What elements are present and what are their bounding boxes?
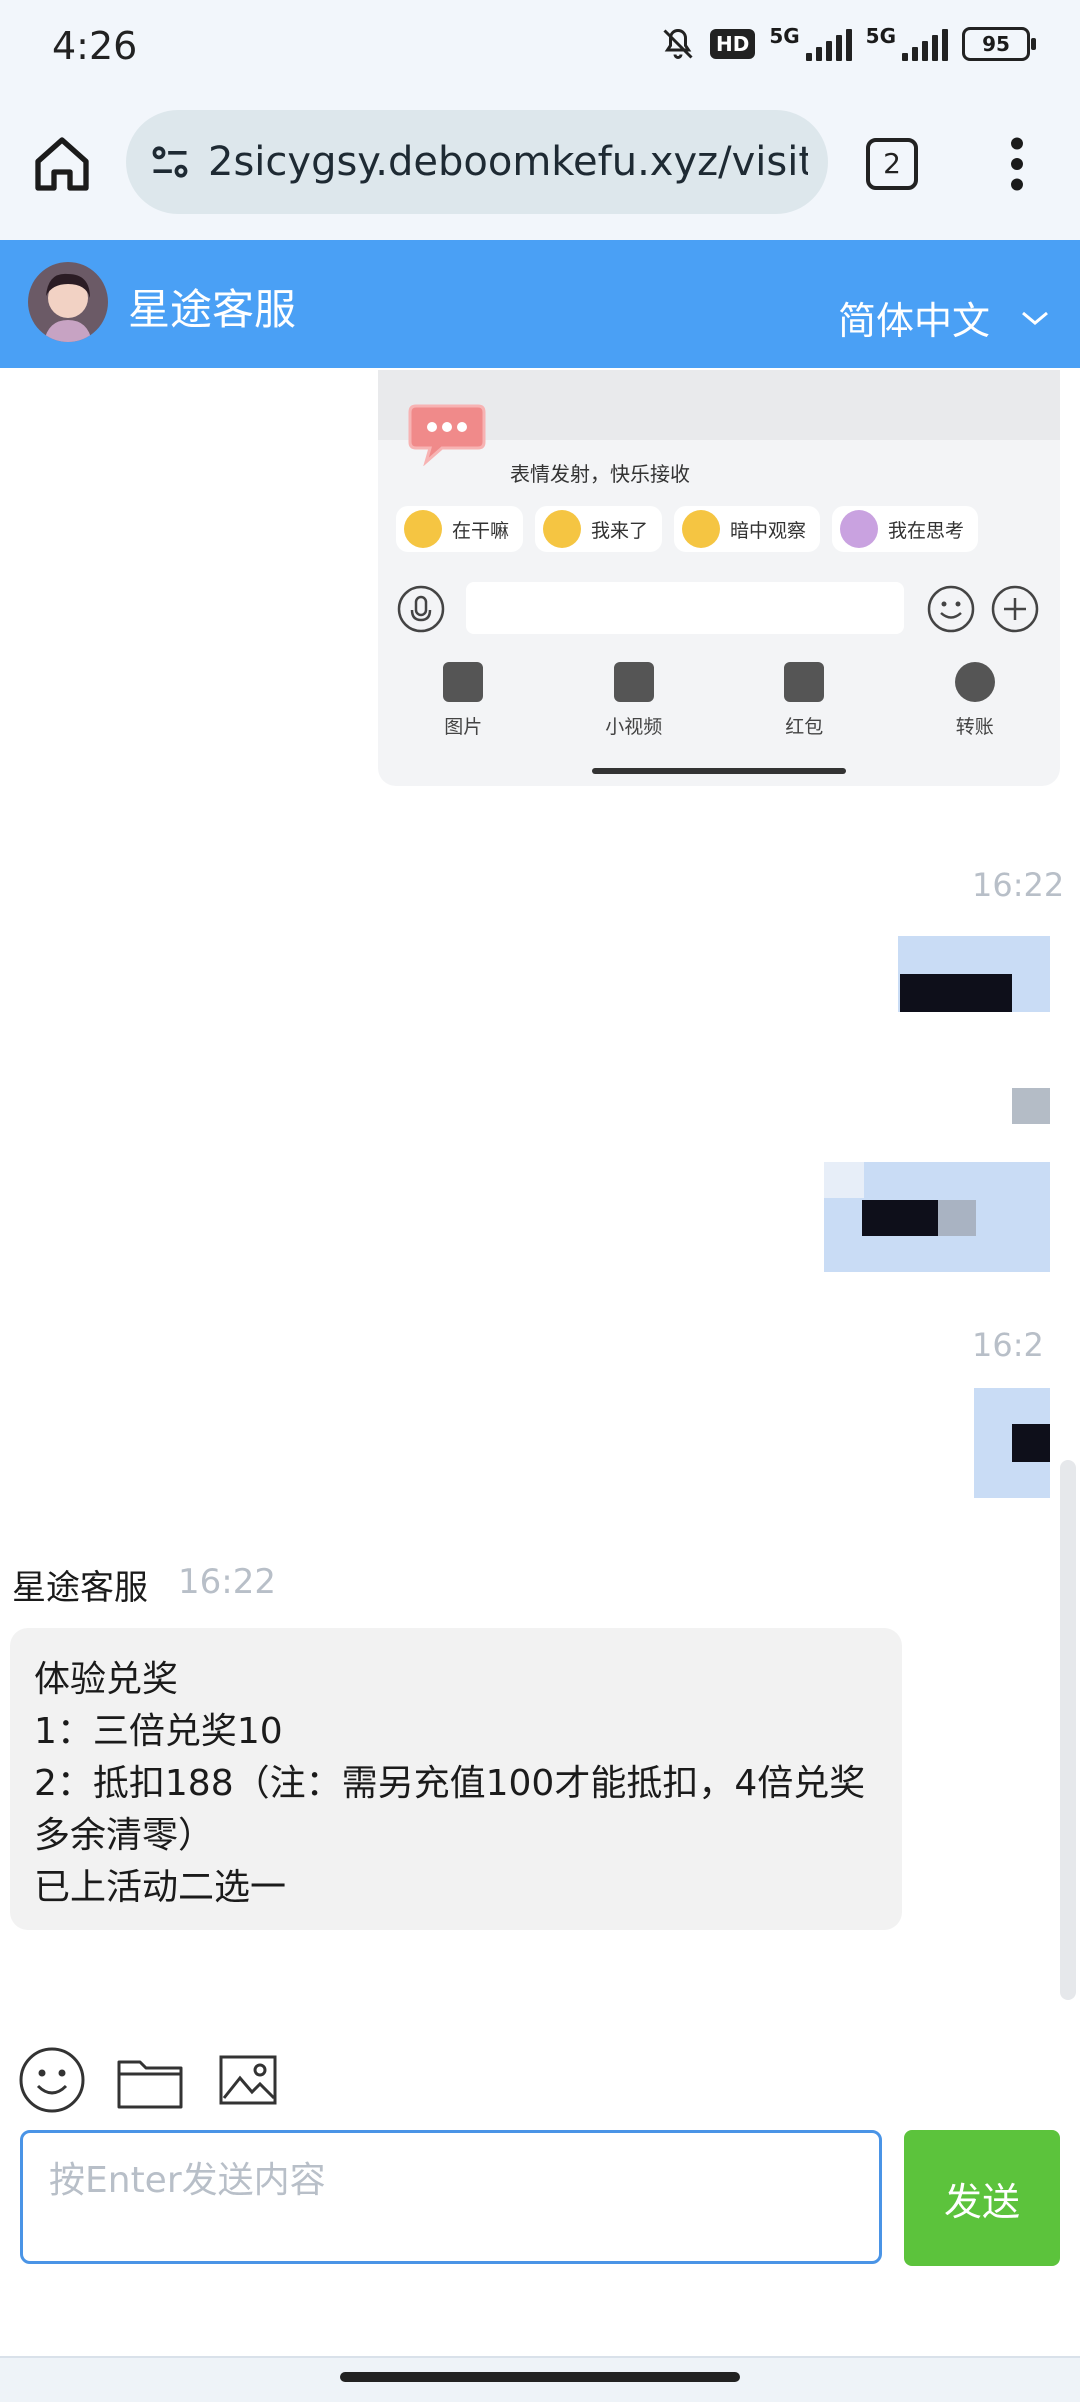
agent-message-time: 16:22 (178, 1562, 276, 1602)
visitor-message-bubble[interactable] (824, 1162, 1050, 1272)
redacted-block (862, 1200, 938, 1236)
redacted-block (900, 974, 1012, 1012)
redacted-block (1012, 1424, 1050, 1462)
hd-badge: HD (709, 29, 756, 59)
battery-indicator: 95 (962, 27, 1036, 61)
tool-label: 小视频 (605, 716, 663, 738)
chip-label: 我在思考 (888, 519, 965, 542)
image-caption: 表情发射，快乐接收 (510, 462, 690, 486)
folder-icon[interactable] (116, 2054, 184, 2110)
image-tool: 转账 (890, 662, 1061, 762)
chip-label: 暗中观察 (730, 519, 807, 542)
quick-emoji-chip: 我来了 (535, 506, 663, 552)
message-line: 已上活动二选一 (34, 1867, 287, 1908)
smiley-icon (927, 585, 975, 633)
bell-off-icon (663, 28, 693, 59)
emoji-icon (682, 510, 721, 548)
site-settings-icon[interactable] (148, 140, 192, 184)
home-icon[interactable] (30, 132, 94, 196)
chevron-down-icon (1022, 311, 1048, 325)
message-line: 体验兑奖 (34, 1659, 179, 1700)
message-timestamp: 16:2 (972, 1326, 1044, 1364)
quick-emoji-chip: 我在思考 (832, 506, 979, 552)
image-input-row (378, 570, 1060, 648)
network-type-1: 5G (769, 24, 800, 48)
redacted-block (938, 1200, 976, 1236)
visitor-message-bubble[interactable] (898, 936, 1050, 1012)
image-tool: 图片 (378, 662, 549, 762)
visitor-message-bubble[interactable] (974, 1388, 1050, 1498)
chat-title: 星途客服 (128, 285, 297, 334)
microphone-icon (397, 585, 445, 633)
image-input-box (466, 582, 904, 634)
image-tool-row: 图片 小视频 红包 转账 (378, 662, 1060, 762)
network-type-2: 5G (865, 24, 896, 48)
signal-icon (805, 27, 852, 61)
chip-label: 在干嘛 (452, 519, 510, 542)
language-label: 简体中文 (837, 299, 990, 343)
gesture-handle[interactable] (340, 2372, 740, 2382)
image-upload-icon[interactable] (218, 2054, 278, 2106)
image-message[interactable]: 表情发射，快乐接收 在干嘛 我来了 暗中观察 我在思考 图片 小视频 红包 转账 (378, 370, 1060, 786)
chip-label: 我来了 (591, 519, 649, 542)
emoji-icon (840, 510, 879, 548)
tool-label: 红包 (785, 716, 824, 738)
message-line: 多余清零） (34, 1815, 215, 1856)
message-line: 1：三倍兑奖10 (34, 1711, 283, 1752)
send-button[interactable]: 发送 (904, 2130, 1060, 2266)
plus-circle-icon (991, 585, 1039, 633)
more-menu-icon[interactable] (1000, 136, 1034, 192)
emoji-icon[interactable] (18, 2046, 86, 2114)
message-input[interactable] (20, 2130, 882, 2264)
quick-emoji-chip: 暗中观察 (674, 506, 821, 552)
chat-bubble-icon (408, 404, 486, 466)
language-select[interactable]: 简体中文 (838, 290, 1050, 345)
message-timestamp: 16:22 (972, 866, 1065, 904)
redacted-timestamp (1012, 1088, 1050, 1124)
status-icons: HD 5G 5G 95 (660, 24, 1036, 62)
quick-emoji-row: 在干嘛 我来了 暗中观察 我在思考 (396, 506, 979, 552)
emoji-icon (404, 510, 442, 548)
agent-message-bubble[interactable]: 体验兑奖 1：三倍兑奖10 2：抵扣188（注：需另充值100才能抵扣，4倍兑奖… (10, 1628, 902, 1930)
image-tool: 红包 (719, 662, 890, 762)
scrollbar[interactable] (1060, 1460, 1076, 2000)
image-home-indicator (592, 768, 846, 774)
sunglasses-emoji-icon (543, 510, 582, 548)
agent-name: 星途客服 (12, 1568, 148, 1608)
red-packet-icon (784, 662, 825, 702)
url-text[interactable]: 2sicygsy.deboomkefu.xyz/visito (208, 132, 808, 192)
tool-label: 图片 (444, 716, 483, 738)
message-line: 2：抵扣188（注：需另充值100才能抵扣，4倍兑奖 (34, 1763, 866, 1804)
transfer-icon (954, 662, 995, 702)
tab-switcher-button[interactable]: 2 (866, 138, 918, 190)
video-icon (613, 662, 654, 702)
status-time: 4:26 (52, 24, 138, 68)
redacted-block (824, 1162, 864, 1198)
picture-icon (443, 662, 484, 702)
tool-label: 转账 (955, 716, 994, 738)
image-tool: 小视频 (549, 662, 720, 762)
avatar (28, 262, 108, 342)
quick-emoji-chip: 在干嘛 (396, 506, 524, 552)
signal-icon (902, 27, 948, 61)
